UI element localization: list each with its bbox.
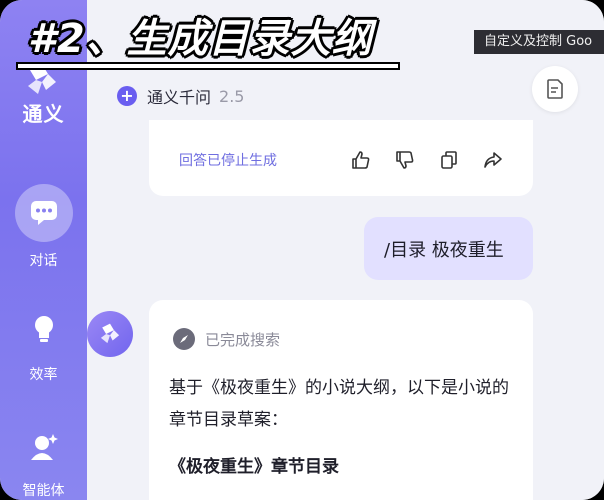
search-status: 已完成搜索 <box>205 330 281 349</box>
copy-button[interactable] <box>437 148 461 172</box>
ai-reply-card: 已完成搜索 基于《极夜重生》的小说大纲，以下是小说的章节目录草案： 《极夜重生》… <box>149 300 533 500</box>
sidebar-item-chat[interactable]: 对话 <box>0 184 87 270</box>
sidebar-item-label: 对话 <box>29 253 58 269</box>
model-name: 通义千问 <box>147 88 212 107</box>
document-button[interactable] <box>532 66 578 112</box>
title-underline <box>18 64 398 68</box>
sidebar: 通义 对话 效率 智能体 <box>0 0 87 500</box>
user-message: /目录 极夜重生 <box>364 217 533 280</box>
agent-icon <box>30 434 58 460</box>
dislike-button[interactable] <box>393 148 417 172</box>
lightbulb-icon <box>34 316 53 342</box>
plus-icon: + <box>117 86 137 106</box>
model-version: 2.5 <box>219 86 245 106</box>
previous-reply-card: 回答已停止生成 <box>149 120 533 196</box>
reply-heading: 《极夜重生》章节目录 <box>169 457 339 477</box>
brand-name: 通义 <box>22 102 65 126</box>
tongyi-logo-icon <box>100 323 120 344</box>
thumbs-down-icon <box>396 151 414 169</box>
sidebar-item-label: 效率 <box>29 367 58 383</box>
sidebar-item-label: 智能体 <box>22 483 65 499</box>
tooltip: 自定义及控制 Goo <box>474 30 604 54</box>
sidebar-item-efficiency[interactable]: 效率 <box>0 300 87 384</box>
copy-icon <box>441 151 457 169</box>
thumbs-up-icon <box>352 151 370 169</box>
ai-avatar <box>87 311 133 357</box>
search-status-row[interactable]: 已完成搜索 <box>173 328 280 350</box>
like-button[interactable] <box>349 148 373 172</box>
nav-bubble <box>14 184 73 242</box>
share-icon <box>484 152 502 168</box>
reply-stopped-status: 回答已停止生成 <box>179 153 277 169</box>
share-button[interactable] <box>481 148 505 172</box>
sidebar-item-agent[interactable]: 智能体 <box>0 418 87 500</box>
reply-text: 基于《极夜重生》的小说大纲，以下是小说的章节目录草案： <box>169 378 509 430</box>
app-frame: 通义 对话 效率 智能体 + 通义千问 2.5 回答已停止生成 /目录 极夜重生… <box>0 0 604 500</box>
model-selector[interactable]: + 通义千问 2.5 <box>117 84 244 108</box>
chat-main: + 通义千问 2.5 回答已停止生成 /目录 极夜重生 已完成搜索 基于《极夜重… <box>87 0 604 500</box>
nav-bubble <box>15 300 73 358</box>
chat-icon <box>30 201 57 225</box>
compass-icon <box>173 328 195 350</box>
reply-actions <box>349 148 505 172</box>
overlay-title: #2、生成目录大纲 <box>28 16 373 62</box>
document-icon <box>547 79 563 99</box>
nav-bubble <box>15 418 73 476</box>
